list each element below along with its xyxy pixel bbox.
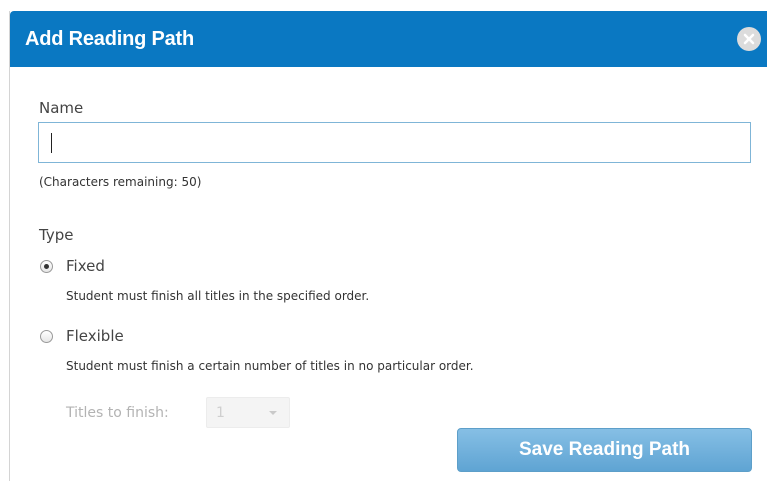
dialog-header: Add Reading Path <box>10 11 767 67</box>
type-label: Type <box>39 226 74 244</box>
name-input[interactable] <box>38 122 751 163</box>
titles-to-finish-select[interactable]: 1 <box>206 397 290 428</box>
chevron-down-icon <box>269 411 277 415</box>
titles-to-finish-value: 1 <box>216 405 225 421</box>
flexible-description: Student must finish a certain number of … <box>66 359 474 373</box>
fixed-description: Student must finish all titles in the sp… <box>66 289 370 303</box>
titles-to-finish-label: Titles to finish: <box>66 405 169 421</box>
characters-remaining-hint: (Characters remaining: 50) <box>39 175 202 189</box>
dialog-title: Add Reading Path <box>25 28 195 50</box>
flexible-option-label[interactable]: Flexible <box>66 326 124 346</box>
close-x-glyph <box>743 33 755 45</box>
fixed-radio[interactable] <box>40 260 53 273</box>
name-label: Name <box>39 99 84 117</box>
save-reading-path-button[interactable]: Save Reading Path <box>457 428 752 472</box>
flexible-radio[interactable] <box>40 330 53 343</box>
close-icon[interactable] <box>737 27 761 51</box>
add-reading-path-dialog: Add Reading Path Name (Characters remain… <box>9 11 767 481</box>
fixed-option-label[interactable]: Fixed <box>66 256 105 276</box>
text-caret <box>51 133 52 153</box>
